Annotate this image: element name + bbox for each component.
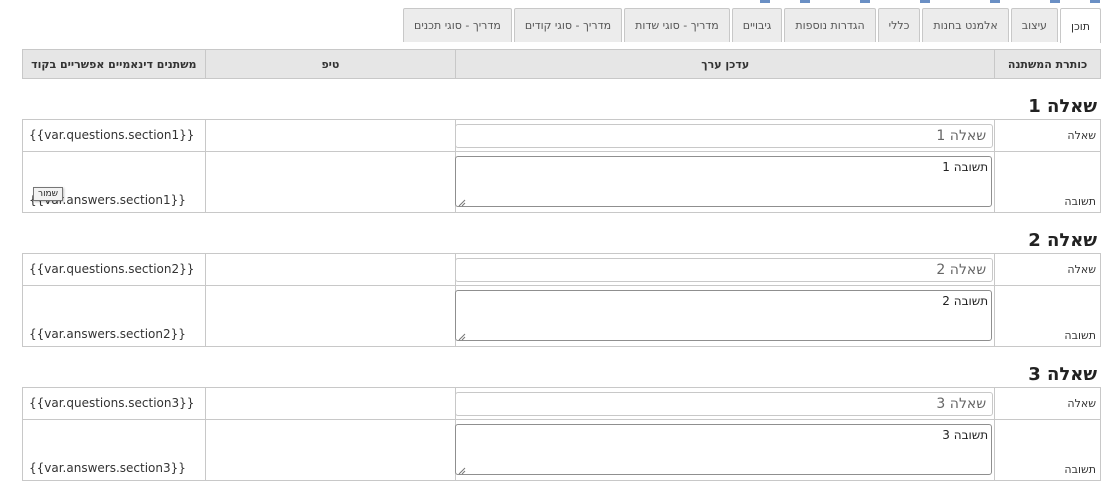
question-label: שאלה	[1067, 263, 1096, 276]
question-input[interactable]	[455, 258, 994, 282]
answer-textarea[interactable]: תשובה 1	[455, 156, 993, 207]
question-row: שאלה {{var.questions.section2}}	[22, 253, 1101, 286]
table-header: כותרת המשתנה עדכן ערך טיפ משתנים דינאמיי…	[22, 49, 1101, 79]
answer-row: תשובה תשובה 1 {{var.answers.section1}}	[22, 152, 1101, 213]
tab-bar: תוכן עיצוב אלמנט בחנות כללי הגדרות נוספו…	[403, 8, 1101, 43]
question-var-code: {{var.questions.section3}}	[29, 396, 195, 410]
tab-general[interactable]: כללי	[877, 8, 921, 42]
top-edge-decoration	[760, 0, 1109, 4]
tab-guide-code-types[interactable]: מדריך - סוגי קודים	[513, 8, 623, 42]
tip-cell	[204, 152, 456, 212]
tab-backups[interactable]: גיבויים	[731, 8, 783, 42]
question-row: שאלה {{var.questions.section3}}	[22, 387, 1101, 420]
tip-cell	[204, 120, 456, 151]
answer-label: תשובה	[1064, 463, 1096, 476]
section-title: שאלה 2	[1028, 230, 1097, 251]
save-tooltip: שמור	[33, 187, 64, 201]
tip-cell	[204, 286, 456, 346]
question-var-code: {{var.questions.section2}}	[29, 262, 195, 276]
answer-label: תשובה	[1064, 329, 1096, 342]
answer-label: תשובה	[1064, 195, 1096, 208]
tip-cell	[204, 420, 456, 480]
tab-content[interactable]: תוכן	[1059, 8, 1101, 43]
column-header-editor: עדכן ערך	[455, 50, 994, 78]
tip-cell	[204, 388, 456, 419]
column-header-title: כותרת המשתנה	[994, 50, 1100, 78]
answer-row: תשובה תשובה 3 {{var.answers.section3}}	[22, 420, 1101, 481]
question-input[interactable]	[455, 392, 994, 416]
section-title: שאלה 3	[1028, 364, 1097, 385]
question-label: שאלה	[1067, 397, 1096, 410]
tab-store-element[interactable]: אלמנט בחנות	[922, 8, 1009, 42]
column-header-tip: טיפ	[204, 50, 456, 78]
answer-var-code: {{var.answers.section3}}	[29, 461, 186, 475]
tab-additional-settings[interactable]: הגדרות נוספות	[784, 8, 876, 42]
question-label: שאלה	[1067, 129, 1096, 142]
question-input[interactable]	[455, 124, 994, 148]
column-header-vars: משתנים דינאמיים אפשריים בקוד	[31, 57, 197, 71]
answer-textarea[interactable]: תשובה 2	[455, 290, 993, 341]
question-row: שאלה {{var.questions.section1}}	[22, 119, 1101, 152]
answer-var-code: {{var.answers.section2}}	[29, 327, 186, 341]
tab-guide-field-types[interactable]: מדריך - סוגי שדות	[624, 8, 730, 42]
question-var-code: {{var.questions.section1}}	[29, 128, 195, 142]
answer-row: תשובה תשובה 2 {{var.answers.section2}}	[22, 286, 1101, 347]
answer-textarea[interactable]: תשובה 3	[455, 424, 993, 475]
tab-design[interactable]: עיצוב	[1010, 8, 1058, 42]
section-title: שאלה 1	[1028, 96, 1097, 117]
tip-cell	[204, 254, 456, 285]
tab-guide-content-types[interactable]: מדריך - סוגי תכנים	[403, 8, 512, 42]
